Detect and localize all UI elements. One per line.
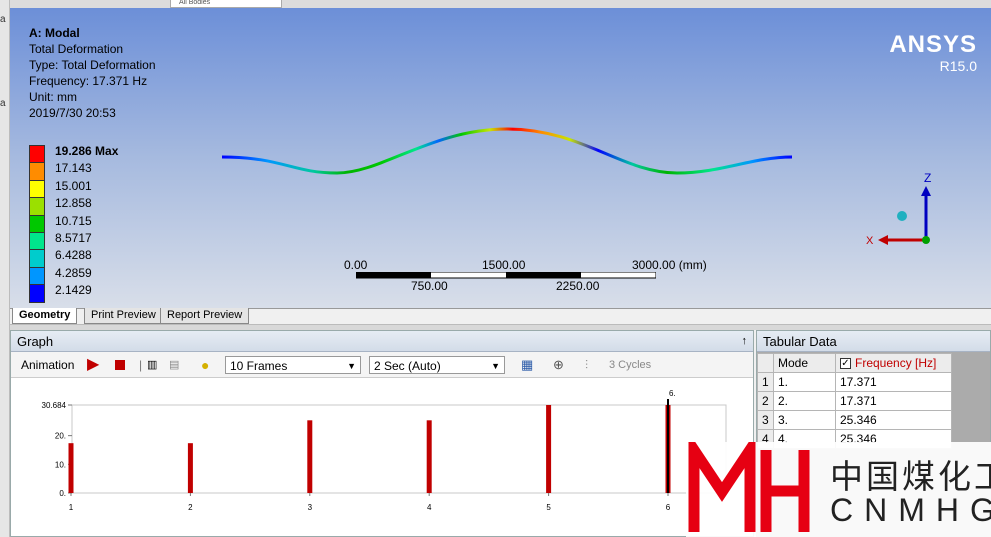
graphics-viewport[interactable]: A: Modal Total Deformation Type: Total D…	[10, 8, 991, 308]
x-tick-label: 6	[666, 503, 671, 512]
view-tabs: Geometry Print Preview Report Preview	[10, 308, 991, 324]
lightbulb-icon[interactable]: ●	[201, 356, 209, 374]
graph-panel: Graph ↑ Animation ▶ | ▥ ▤ ● 10 Frames ▼ 2…	[10, 330, 754, 537]
plot-area	[71, 404, 727, 494]
play-icon[interactable]: ▶	[87, 356, 99, 374]
table-row[interactable]: 2 2. 17.371	[757, 391, 952, 411]
scale-bar-graphic	[356, 272, 656, 279]
separator-icon: |	[139, 358, 143, 372]
result-frames-icon[interactable]: ▤	[169, 356, 179, 374]
mode-header: Mode	[773, 353, 836, 373]
animation-label: Animation	[21, 358, 75, 372]
pin-icon[interactable]: ↑	[742, 331, 748, 352]
ansys-mechanical-window: a a All Bodies A: Modal Total Deformatio…	[0, 0, 991, 537]
row-number: 1	[757, 372, 774, 392]
x-tick-label: 1	[69, 503, 74, 512]
tab-report-preview[interactable]: Report Preview	[160, 308, 250, 324]
watermark-latin-text: CNMHG	[830, 492, 991, 528]
distributed-frames-icon[interactable]: ▥	[147, 356, 157, 374]
y-tick-label: 30.684	[42, 401, 67, 410]
graph-title: Graph	[17, 334, 54, 349]
y-tick-label: 10.	[55, 460, 66, 469]
axis-z-label: Z	[924, 171, 931, 185]
scale-label-750: 750.00	[411, 279, 448, 293]
bar-mode-3	[307, 420, 313, 493]
frames-value: 10 Frames	[230, 359, 288, 373]
table-header-row: Mode ✓ Frequency [Hz]	[757, 353, 952, 373]
frequency-cell: 17.371	[835, 391, 952, 411]
scale-label-0: 0.00	[344, 258, 368, 272]
frequency-cell: 25.346	[835, 410, 952, 430]
zoom-to-fit-icon[interactable]: ⊕	[553, 356, 564, 374]
strip-tick: a	[0, 14, 6, 25]
axis-triad[interactable]: Z X	[860, 168, 940, 258]
scale-bar: 0.00 1500.00 3000.00 (mm) 750.00 2250.00	[344, 258, 707, 298]
current-mode-annotation: 6.	[669, 389, 676, 398]
mode-cell: 2.	[773, 391, 836, 411]
axis-x-label: X	[866, 235, 874, 247]
x-tick-label: 5	[546, 503, 551, 512]
tab-geometry[interactable]: Geometry	[12, 308, 78, 324]
row-number-header	[757, 353, 774, 373]
frames-select[interactable]: 10 Frames ▼	[225, 356, 361, 374]
export-video-icon[interactable]: ▦	[521, 356, 533, 374]
stop-icon[interactable]	[115, 356, 125, 374]
bar-mode-5	[546, 405, 552, 493]
mode-cell: 1.	[773, 372, 836, 392]
mode-cell: 3.	[773, 410, 836, 430]
tab-print-preview[interactable]: Print Preview	[84, 308, 163, 324]
beam-shape	[221, 127, 793, 175]
duration-select[interactable]: 2 Sec (Auto) ▼	[369, 356, 505, 374]
bar-mode-1	[68, 443, 74, 493]
frequency-header[interactable]: ✓ Frequency [Hz]	[835, 353, 952, 373]
row-number: 3	[757, 410, 774, 430]
graph-panel-header: Graph ↑	[11, 331, 753, 352]
top-toolbar-fragment: All Bodies	[10, 0, 991, 8]
watermark-logo	[688, 442, 810, 532]
watermark-chinese-text: 中国煤化工	[830, 458, 991, 495]
chevron-down-icon: ▼	[491, 361, 500, 371]
tabular-title: Tabular Data	[763, 334, 837, 349]
cycles-label: 3 Cycles	[609, 359, 652, 371]
scale-label-1500: 1500.00	[482, 258, 526, 272]
cycles-icon: ⫶	[585, 358, 589, 372]
x-tick-label: 2	[188, 503, 193, 512]
y-tick-label: 0.	[59, 489, 66, 498]
frequency-header-label: Frequency [Hz]	[855, 356, 937, 370]
x-tick-label: 3	[308, 503, 313, 512]
animation-toolbar: Animation ▶ | ▥ ▤ ● 10 Frames ▼ 2 Sec (Au…	[11, 352, 753, 378]
watermark: 中国煤化工 CNMHG	[686, 442, 991, 537]
left-panel-strip: a a	[0, 0, 10, 537]
tabular-data-table: Mode ✓ Frequency [Hz] 1 1. 17.371 2 2. 17.371 3…	[757, 353, 952, 449]
frequency-cell: 17.371	[835, 372, 952, 392]
chevron-down-icon: ▼	[347, 361, 356, 371]
strip-tick: a	[0, 98, 6, 109]
table-row[interactable]: 3 3. 25.346	[757, 410, 952, 430]
tabular-panel-header: Tabular Data	[757, 331, 990, 352]
y-tick-label: 20.	[55, 432, 66, 441]
row-number: 2	[757, 391, 774, 411]
scale-label-2250: 2250.00	[556, 279, 600, 293]
bar-mode-4	[426, 420, 432, 493]
table-row[interactable]: 1 1. 17.371	[757, 372, 952, 392]
duration-value: 2 Sec (Auto)	[374, 359, 441, 373]
frequency-bar-chart[interactable]: 0. 10. 20. 30.684 1 2 3 4 5 6 6.	[11, 381, 753, 536]
scope-tab[interactable]: All Bodies	[170, 0, 282, 8]
scale-label-3000: 3000.00 (mm)	[632, 258, 707, 272]
checkbox-checked-icon[interactable]: ✓	[840, 358, 851, 370]
bar-mode-2	[187, 443, 193, 493]
x-tick-label: 4	[427, 503, 432, 512]
